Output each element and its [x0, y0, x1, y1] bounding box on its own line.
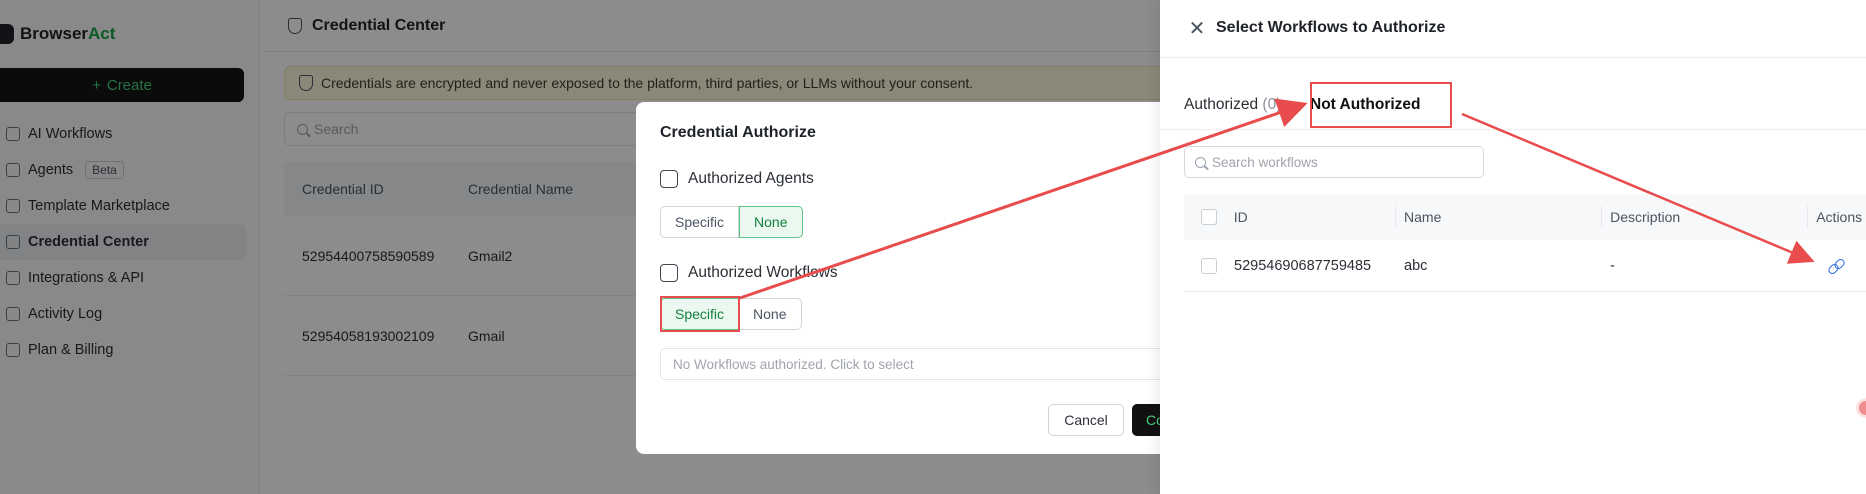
- workflow-description: -: [1610, 257, 1615, 274]
- search-placeholder: Search workflows: [1212, 154, 1318, 170]
- workflow-id: 52954690687759485: [1234, 257, 1372, 274]
- actions-cell: [1808, 258, 1866, 274]
- agent-icon: [660, 170, 678, 188]
- close-icon[interactable]: ✕: [1188, 19, 1206, 39]
- section-title: Authorized Agents: [688, 170, 814, 187]
- drawer-tabs: Authorized (0) Not Authorized: [1160, 80, 1866, 130]
- drawer-header: ✕ Select Workflows to Authorize: [1160, 0, 1866, 58]
- row-checkbox[interactable]: [1201, 257, 1217, 274]
- select-all-cell: [1184, 209, 1234, 225]
- cancel-button[interactable]: Cancel: [1048, 404, 1124, 436]
- agents-none-button[interactable]: None: [739, 206, 803, 238]
- drawer-title: Select Workflows to Authorize: [1216, 19, 1446, 36]
- workflows-select-input[interactable]: No Workflows authorized. Click to select: [660, 348, 1180, 380]
- credential-authorize-modal: Credential Authorize Authorized Agents S…: [636, 102, 1196, 454]
- authorized-workflows-section: Authorized Workflows: [660, 264, 838, 282]
- row-select-cell: [1184, 257, 1234, 274]
- authorize-link-icon[interactable]: [1828, 258, 1844, 274]
- agents-specific-button[interactable]: Specific: [660, 206, 740, 238]
- table-header: ID Name Description Actions: [1184, 194, 1866, 240]
- select-all-checkbox[interactable]: [1200, 209, 1217, 225]
- workflows-placeholder: No Workflows authorized. Click to select: [673, 356, 914, 372]
- workflow-table: ID Name Description Actions 529546906877…: [1184, 194, 1866, 292]
- search-icon: [1195, 156, 1206, 168]
- authorized-agents-section: Authorized Agents: [660, 170, 814, 188]
- modal-title: Credential Authorize: [660, 124, 816, 141]
- column-header-actions: Actions: [1816, 209, 1863, 225]
- column-header-id: ID: [1233, 209, 1248, 225]
- table-row[interactable]: 52954690687759485 abc -: [1184, 240, 1866, 292]
- highlight-box-specific-button: [660, 296, 740, 332]
- workflows-none-button[interactable]: None: [738, 298, 802, 330]
- tab-label: Authorized: [1184, 96, 1259, 113]
- workflow-name: abc: [1404, 257, 1428, 274]
- workflow-search-input[interactable]: Search workflows: [1184, 146, 1484, 178]
- column-header-name: Name: [1404, 209, 1442, 225]
- section-title: Authorized Workflows: [688, 264, 838, 281]
- highlight-box-not-authorized-tab: [1310, 82, 1452, 128]
- select-workflows-drawer: ✕ Select Workflows to Authorize Authoriz…: [1160, 0, 1866, 494]
- tab-count: (0): [1262, 96, 1282, 113]
- column-header-description: Description: [1610, 209, 1681, 225]
- workflow-icon: [660, 264, 678, 282]
- tab-authorized[interactable]: Authorized (0): [1184, 96, 1281, 114]
- agents-toggle: Specific None: [660, 206, 803, 238]
